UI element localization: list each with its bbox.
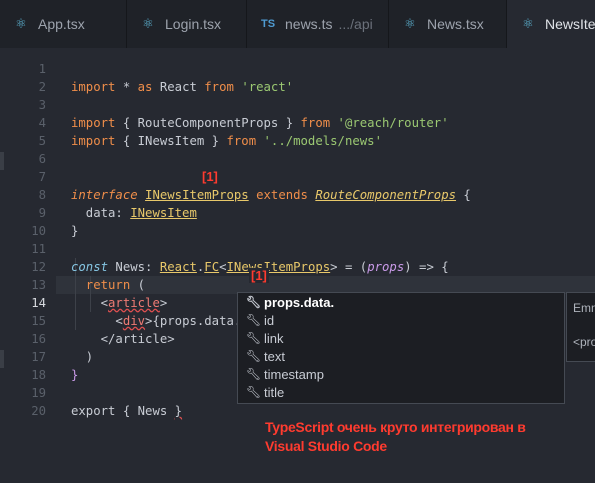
line-number: 20 <box>31 404 46 418</box>
suggestion-item[interactable]: 🔧︎ timestamp <box>238 365 564 383</box>
detail-text: Emm <box>573 301 595 315</box>
caption-annotation: TypeScript очень круто интегрирован в Vi… <box>265 418 585 456</box>
tab-label: Login.tsx <box>165 16 222 32</box>
code-line: 6 <box>0 132 595 166</box>
ts-icon: TS <box>260 18 276 30</box>
suggestion-item[interactable]: 🔧︎ title <box>238 383 564 401</box>
token: } <box>174 404 183 418</box>
annotation-marker: [1] <box>249 268 269 283</box>
wrench-icon: 🔧︎ <box>246 367 262 381</box>
code-line: 13 <article> <box>0 258 595 310</box>
suggestion-label: id <box>264 312 275 328</box>
wrench-icon: 🔧︎ <box>246 331 262 345</box>
annotation-marker: [1] <box>200 169 220 184</box>
detail-text: <pro <box>573 335 595 349</box>
code-line: 2 <box>0 60 595 94</box>
autocomplete-suggestions: 🔧︎ props.data. 🔧︎ id 🔧︎ link 🔧︎ text 🔧︎ times… <box>237 292 565 404</box>
caption-line: TypeScript очень круто интегрирован в <box>265 419 526 435</box>
code-line: 3 import { RouteComponentProps } from '@… <box>0 78 595 130</box>
tab-label: news.ts <box>285 16 333 32</box>
wrench-icon: 🔧︎ <box>246 295 262 309</box>
suggestion-item[interactable]: 🔧︎ text <box>238 347 564 365</box>
code-line: 1 import * as React from 'react' <box>0 42 595 94</box>
react-icon: ⚛ <box>142 16 154 31</box>
tab-label: NewsItem <box>545 16 595 32</box>
code-line: 10 <box>0 204 595 238</box>
tab-path: .../api <box>338 16 373 32</box>
suggestion-item[interactable]: 🔧︎ id <box>238 311 564 329</box>
token: export <box>71 404 116 418</box>
suggestion-details: Emm <pro <box>566 292 595 362</box>
code-line: 12 return ( <box>0 240 595 292</box>
tab-label: App.tsx <box>38 16 85 32</box>
suggestion-label: props.data. <box>264 294 335 310</box>
code-line: 9 } <box>0 186 595 238</box>
caption-line: Visual Studio Code <box>265 438 387 454</box>
wrench-icon: 🔧︎ <box>246 385 262 399</box>
token: { News <box>115 404 175 418</box>
suggestion-label: link <box>264 330 284 346</box>
react-icon: ⚛ <box>404 16 416 31</box>
react-icon: ⚛ <box>15 16 27 31</box>
suggestion-item[interactable]: 🔧︎ link <box>238 329 564 347</box>
code-line: 5 <box>0 114 595 148</box>
suggestion-label: title <box>264 384 285 400</box>
suggestion-label: timestamp <box>264 366 324 382</box>
code-editor[interactable]: 1 import * as React from 'react' 2 3 imp… <box>0 40 595 483</box>
code-line: 8 data: INewsItem <box>0 168 595 220</box>
tab-label: News.tsx <box>427 16 484 32</box>
react-icon: ⚛ <box>522 16 534 31</box>
wrench-icon: 🔧︎ <box>246 349 262 363</box>
code-line: 11 const News: React.FC<INewsItemProps> … <box>0 222 595 274</box>
suggestion-item[interactable]: 🔧︎ props.data. <box>238 293 564 311</box>
code-line: 7 interface INewsItemProps extends Route… <box>0 150 595 202</box>
suggestion-label: text <box>264 348 285 364</box>
wrench-icon: 🔧︎ <box>246 313 262 327</box>
code-line: 4 import { INewsItem } from '../models/n… <box>0 96 595 148</box>
